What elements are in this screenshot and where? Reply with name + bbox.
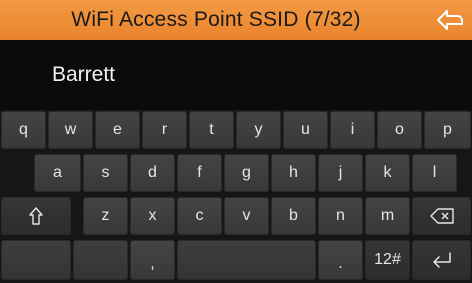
keyboard-row-4: , . 12#: [0, 240, 472, 280]
backspace-icon: [429, 208, 454, 224]
enter-key[interactable]: [412, 240, 471, 280]
ssid-input-value: Barrett: [52, 63, 116, 86]
key-r[interactable]: r: [142, 111, 187, 149]
back-button[interactable]: [434, 4, 466, 36]
title-bar: WiFi Access Point SSID (7/32): [0, 0, 472, 40]
key-u[interactable]: u: [283, 111, 328, 149]
key-b[interactable]: b: [271, 197, 316, 235]
enter-icon: [432, 252, 451, 268]
key-q[interactable]: q: [1, 111, 46, 149]
on-screen-keyboard: q w e r t y u i o p a s d f g h j k l z …: [0, 110, 472, 283]
key-l[interactable]: l: [412, 154, 457, 192]
key-o[interactable]: o: [377, 111, 422, 149]
key-z[interactable]: z: [83, 197, 128, 235]
key-j[interactable]: j: [318, 154, 363, 192]
numeric-mode-key[interactable]: 12#: [365, 240, 410, 280]
ssid-input[interactable]: Barrett: [0, 40, 472, 110]
shift-arrow-icon: [29, 207, 43, 225]
key-m[interactable]: m: [365, 197, 410, 235]
key-p[interactable]: p: [424, 111, 471, 149]
blank-key-1[interactable]: [1, 240, 71, 280]
keyboard-row-1: q w e r t y u i o p: [0, 111, 472, 149]
key-v[interactable]: v: [224, 197, 269, 235]
key-d[interactable]: d: [130, 154, 175, 192]
keyboard-row-3: z x c v b n m: [0, 197, 472, 235]
key-f[interactable]: f: [177, 154, 222, 192]
key-x[interactable]: x: [130, 197, 175, 235]
page-title: WiFi Access Point SSID (7/32): [71, 8, 361, 31]
key-c[interactable]: c: [177, 197, 222, 235]
key-w[interactable]: w: [48, 111, 93, 149]
key-s[interactable]: s: [83, 154, 128, 192]
space-key[interactable]: [177, 240, 316, 280]
key-t[interactable]: t: [189, 111, 234, 149]
key-i[interactable]: i: [330, 111, 375, 149]
key-g[interactable]: g: [224, 154, 269, 192]
back-arrow-icon: [437, 10, 463, 30]
key-e[interactable]: e: [95, 111, 140, 149]
key-h[interactable]: h: [271, 154, 316, 192]
backspace-key[interactable]: [412, 197, 471, 235]
key-a[interactable]: a: [34, 154, 81, 192]
keyboard-row-2: a s d f g h j k l: [0, 154, 472, 192]
shift-key[interactable]: [1, 197, 71, 235]
key-k[interactable]: k: [365, 154, 410, 192]
key-period[interactable]: .: [318, 240, 363, 280]
key-y[interactable]: y: [236, 111, 281, 149]
key-n[interactable]: n: [318, 197, 363, 235]
blank-key-2[interactable]: [73, 240, 128, 280]
key-comma[interactable]: ,: [130, 240, 175, 280]
